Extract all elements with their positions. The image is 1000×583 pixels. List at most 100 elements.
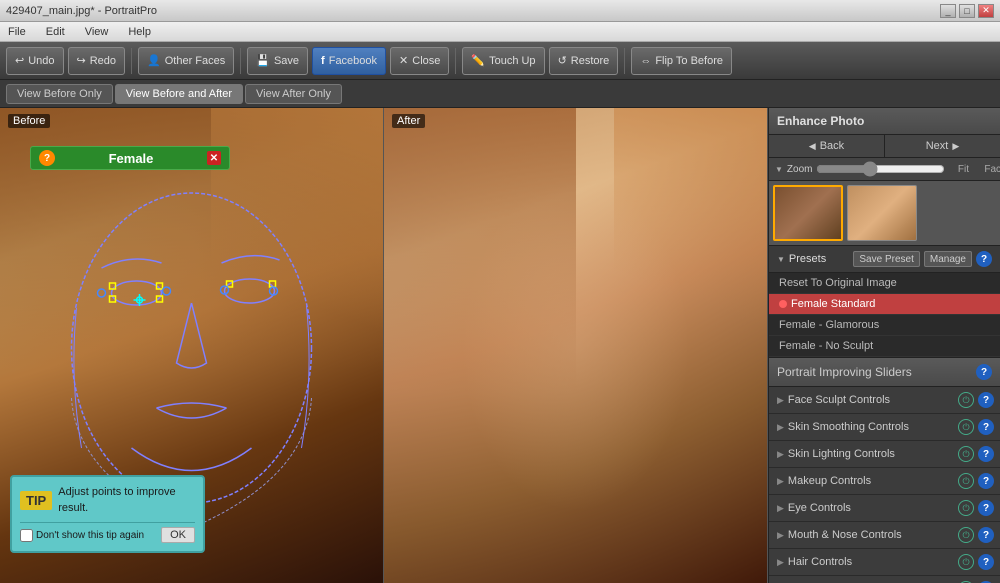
presets-actions: Save Preset Manage ? [853,251,992,267]
tip-badge: TIP [20,491,52,510]
window-controls: _ □ ✕ [940,4,994,18]
power-eye[interactable]: ⏻ [958,500,974,516]
power-face-sculpt[interactable]: ⏻ [958,392,974,408]
after-photo [384,108,767,583]
help-face-sculpt[interactable]: ? [978,392,994,408]
main-content: Before ? Female ✕ [0,108,1000,583]
preset-female-standard-label: Female Standard [791,298,875,310]
close-button[interactable]: ✕ [978,4,994,18]
undo-button[interactable]: ↩ Undo [6,47,64,75]
thumbnail-after[interactable] [847,185,917,241]
slider-arrow-makeup [777,476,784,487]
help-skin-smoothing[interactable]: ? [978,419,994,435]
help-hair[interactable]: ? [978,554,994,570]
flip-icon: ⇔ [640,55,651,67]
menu-edit[interactable]: Edit [42,26,69,38]
preset-item-glamorous[interactable]: Female - Glamorous [769,315,1000,336]
preset-item-no-sculpt[interactable]: Female - No Sculpt [769,336,1000,357]
tip-checkbox-input[interactable] [20,529,33,542]
slider-skin-coloring[interactable]: Skin Coloring Controls ⏻ ? [769,576,1000,583]
slider-mouth-nose[interactable]: Mouth & Nose Controls ⏻ ? [769,522,1000,549]
preset-item-female-standard[interactable]: Female Standard [769,294,1000,315]
power-hair[interactable]: ⏻ [958,554,974,570]
sliders-header: Portrait Improving Sliders ? [769,358,1000,387]
restore-button[interactable]: ↺ Restore [549,47,619,75]
after-panel: After [384,108,768,583]
restore-label: Restore [571,55,610,67]
enhance-photo-title: Enhance Photo [777,114,864,128]
sliders-help-button[interactable]: ? [976,364,992,380]
restore-icon: ↺ [558,54,567,67]
view-before-only-button[interactable]: View Before Only [6,84,113,104]
help-makeup[interactable]: ? [978,473,994,489]
power-skin-smoothing[interactable]: ⏻ [958,419,974,435]
zoom-fit-label[interactable]: Fit [949,164,977,175]
presets-help-button[interactable]: ? [976,251,992,267]
back-button[interactable]: Back [769,135,884,157]
slider-label-face-sculpt: Face Sculpt Controls [788,394,958,406]
slider-label-makeup: Makeup Controls [788,475,958,487]
view-bar: View Before Only View Before and After V… [0,80,1000,108]
save-button[interactable]: 💾 Save [247,47,308,75]
slider-icons-hair: ⏻ ? [958,554,994,570]
toolbar-sep-4 [624,48,625,74]
power-skin-lighting[interactable]: ⏻ [958,446,974,462]
before-photo: ? Female ✕ [0,108,383,583]
manage-button[interactable]: Manage [924,251,972,267]
next-icon [952,140,959,152]
redo-button[interactable]: ↪ Redo [68,47,126,75]
slider-icons-makeup: ⏻ ? [958,473,994,489]
preset-no-sculpt-label: Female - No Sculpt [779,340,873,352]
touchup-icon: ✏️ [471,54,485,67]
power-makeup[interactable]: ⏻ [958,473,974,489]
thumbnail-before[interactable] [773,185,843,241]
gender-close-button[interactable]: ✕ [207,151,221,165]
next-button[interactable]: Next [885,135,1000,157]
preset-glamorous-label: Female - Glamorous [779,319,879,331]
preset-list: Reset To Original Image Female Standard … [769,273,1000,358]
save-preset-button[interactable]: Save Preset [853,251,919,267]
close-icon: ✕ [399,54,408,67]
help-skin-lighting[interactable]: ? [978,446,994,462]
slider-makeup[interactable]: Makeup Controls ⏻ ? [769,468,1000,495]
help-mouth-nose[interactable]: ? [978,527,994,543]
zoom-slider[interactable] [816,162,945,176]
facebook-icon: f [321,55,325,67]
window-title: 429407_main.jpg* - PortraitPro [6,5,157,17]
tip-text: Adjust points to improve result. [58,485,195,516]
menu-view[interactable]: View [81,26,113,38]
sliders-title: Portrait Improving Sliders [777,365,912,379]
help-eye[interactable]: ? [978,500,994,516]
slider-skin-lighting[interactable]: Skin Lighting Controls ⏻ ? [769,441,1000,468]
preset-selected-dot [779,300,787,308]
slider-eye[interactable]: Eye Controls ⏻ ? [769,495,1000,522]
tip-checkbox-label[interactable]: Don't show this tip again [20,529,144,542]
slider-face-sculpt[interactable]: Face Sculpt Controls ⏻ ? [769,387,1000,414]
slider-skin-smoothing[interactable]: Skin Smoothing Controls ⏻ ? [769,414,1000,441]
view-after-only-button[interactable]: View After Only [245,84,342,104]
slider-label-eye: Eye Controls [788,502,958,514]
right-panel: Enhance Photo Back Next Zoom Fit Face 1:… [768,108,1000,583]
menu-file[interactable]: File [4,26,30,38]
close-image-button[interactable]: ✕ Close [390,47,449,75]
menu-help[interactable]: Help [124,26,155,38]
slider-arrow-face-sculpt [777,395,784,406]
back-label: Back [820,140,844,152]
slider-hair[interactable]: Hair Controls ⏻ ? [769,549,1000,576]
flip-button[interactable]: ⇔ Flip To Before [631,47,732,75]
other-faces-button[interactable]: 👤 Other Faces [138,47,234,75]
preset-item-reset[interactable]: Reset To Original Image [769,273,1000,294]
slider-arrow-hair [777,557,784,568]
power-mouth-nose[interactable]: ⏻ [958,527,974,543]
tip-ok-button[interactable]: OK [161,527,195,543]
minimize-button[interactable]: _ [940,4,956,18]
image-area: Before ? Female ✕ [0,108,768,583]
save-label: Save [274,55,299,67]
facebook-button[interactable]: f Facebook [312,47,386,75]
zoom-face-label[interactable]: Face [981,164,1000,175]
toolbar: ↩ Undo ↪ Redo 👤 Other Faces 💾 Save f Fac… [0,42,1000,80]
touch-up-button[interactable]: ✏️ Touch Up [462,47,544,75]
view-before-after-button[interactable]: View Before and After [115,84,243,104]
gender-question-icon: ? [39,150,55,166]
maximize-button[interactable]: □ [959,4,975,18]
